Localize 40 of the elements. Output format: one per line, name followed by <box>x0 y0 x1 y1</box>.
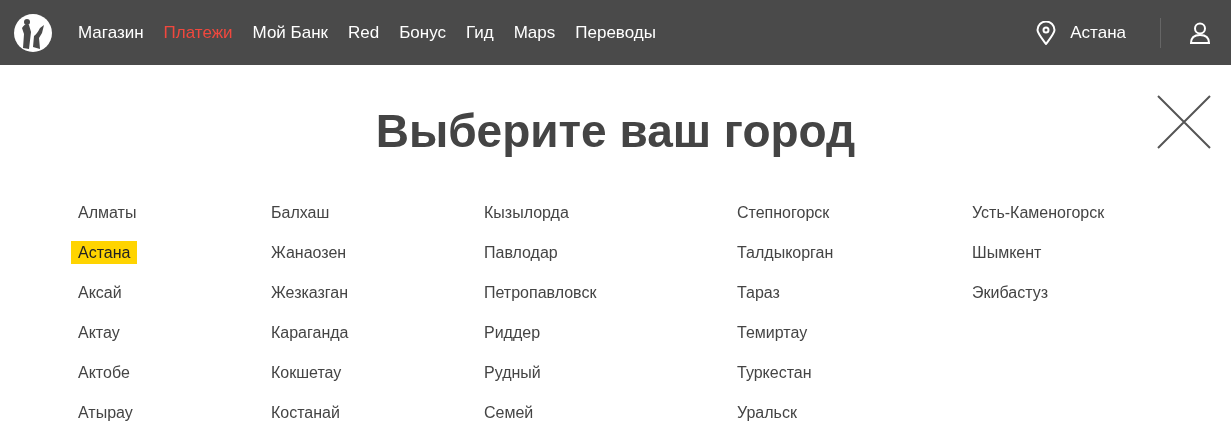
city-option[interactable]: Риддер <box>477 321 548 344</box>
city-option[interactable]: Уральск <box>730 401 804 424</box>
nav-link[interactable]: Red <box>348 22 380 43</box>
user-icon[interactable] <box>1189 21 1211 44</box>
city-option[interactable]: Астана <box>71 241 138 264</box>
nav-link[interactable]: Магазин <box>78 22 144 43</box>
page-title: Выберите ваш город <box>375 104 856 159</box>
city-option[interactable]: Атырау <box>71 401 140 424</box>
current-city[interactable]: Астана <box>1070 22 1126 43</box>
close-icon[interactable] <box>1157 95 1211 149</box>
nav-link[interactable]: Переводы <box>575 22 656 43</box>
city-option[interactable]: Степногорск <box>730 201 837 224</box>
city-option[interactable]: Семей <box>477 401 541 424</box>
city-option[interactable]: Актау <box>71 321 127 344</box>
city-option[interactable]: Кызылорда <box>477 201 576 224</box>
city-option[interactable]: Алматы <box>71 201 144 224</box>
city-option[interactable]: Талдыкорган <box>730 241 841 264</box>
nav-link[interactable]: Бонус <box>399 22 446 43</box>
city-option[interactable]: Усть-Каменогорск <box>965 201 1112 224</box>
city-option[interactable]: Темиртау <box>730 321 815 344</box>
city-option[interactable]: Актобе <box>71 361 137 384</box>
city-option[interactable]: Петропавловск <box>477 281 604 304</box>
city-option[interactable]: Жезказган <box>264 281 356 304</box>
nav-link[interactable]: Maps <box>513 22 556 43</box>
city-option[interactable]: Аксай <box>71 281 129 304</box>
city-option[interactable]: Костанай <box>264 401 347 424</box>
city-option[interactable]: Рудный <box>477 361 548 384</box>
city-option[interactable]: Шымкент <box>965 241 1049 264</box>
city-option[interactable]: Караганда <box>264 321 356 344</box>
city-option[interactable]: Балхаш <box>264 201 337 224</box>
nav-link[interactable]: Гид <box>466 22 494 43</box>
location-pin-icon[interactable] <box>1036 20 1057 45</box>
logo-icon[interactable] <box>14 13 52 52</box>
city-option[interactable]: Туркестан <box>730 361 819 384</box>
city-option[interactable]: Экибастуз <box>965 281 1055 304</box>
city-option[interactable]: Павлодар <box>477 241 565 264</box>
city-option[interactable]: Кокшетау <box>264 361 349 384</box>
city-option[interactable]: Тараз <box>730 281 787 304</box>
city-option[interactable]: Жанаозен <box>264 241 354 264</box>
nav-link[interactable]: Мой Банк <box>252 22 328 43</box>
